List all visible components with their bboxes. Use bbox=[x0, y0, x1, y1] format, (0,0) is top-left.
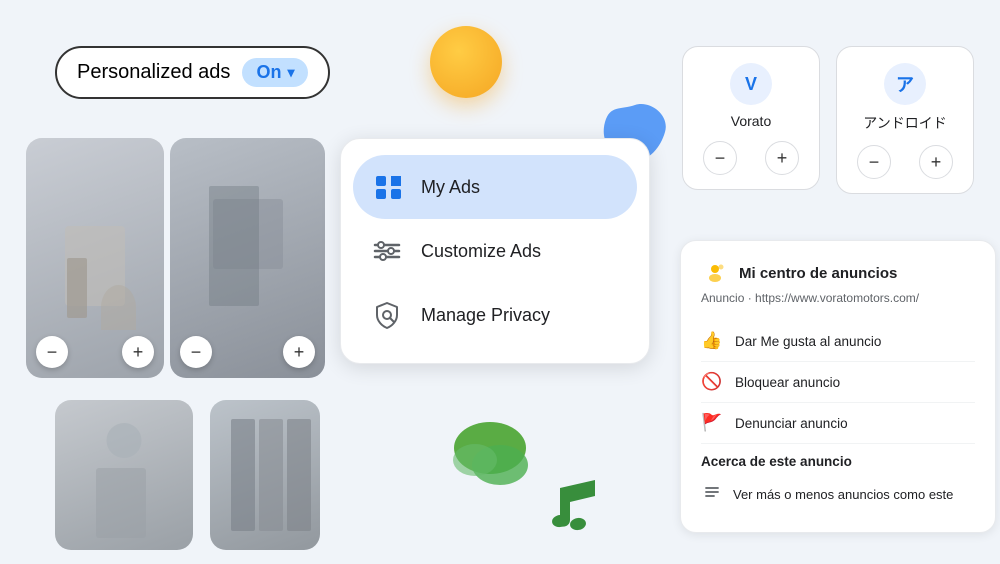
vorato-name: Vorato bbox=[703, 113, 799, 129]
customize-ads-label: Customize Ads bbox=[421, 241, 541, 262]
menu-item-my-ads[interactable]: My Ads bbox=[353, 155, 637, 219]
card1-plus-button[interactable]: + bbox=[122, 336, 154, 368]
on-status: On bbox=[256, 62, 281, 83]
card2-plus-button[interactable]: + bbox=[283, 336, 315, 368]
chevron-down-icon: ▾ bbox=[287, 64, 294, 81]
green-blob-decoration bbox=[445, 420, 535, 490]
on-badge[interactable]: On ▾ bbox=[242, 58, 308, 87]
android-name: アンドロイド bbox=[857, 113, 953, 133]
image-card-tools: − + bbox=[26, 138, 164, 378]
ad-center-title: Mi centro de anuncios bbox=[739, 265, 897, 282]
my-ads-label: My Ads bbox=[421, 177, 480, 198]
customize-ads-icon bbox=[369, 233, 405, 269]
menu-item-manage-privacy[interactable]: Manage Privacy bbox=[353, 283, 637, 347]
report-label: Denunciar anuncio bbox=[735, 416, 848, 431]
ad-center-url: Anuncio · https://www.voratomotors.com/ bbox=[701, 291, 975, 305]
vorato-controls: − + bbox=[703, 141, 799, 175]
like-icon: 👍 bbox=[701, 331, 723, 351]
like-label: Dar Me gusta al anuncio bbox=[735, 334, 881, 349]
manage-privacy-icon bbox=[369, 297, 405, 333]
card1-minus-button[interactable]: − bbox=[36, 336, 68, 368]
manage-privacy-label: Manage Privacy bbox=[421, 305, 550, 326]
block-icon: 🚫 bbox=[701, 372, 723, 392]
ad-center-panel: Mi centro de anuncios Anuncio · https://… bbox=[680, 240, 996, 533]
image-card-gift: − + bbox=[170, 138, 325, 378]
my-ads-icon bbox=[369, 169, 405, 205]
ad-action-report[interactable]: 🚩 Denunciar anuncio bbox=[701, 403, 975, 444]
image-card-person bbox=[55, 400, 193, 550]
toggle-label: Personalized ads bbox=[77, 61, 230, 84]
vorato-vocab-card: V Vorato − + bbox=[682, 46, 820, 190]
personalized-ads-toggle[interactable]: Personalized ads On ▾ bbox=[55, 46, 330, 99]
android-avatar: ア bbox=[884, 63, 926, 105]
image-card-clothes bbox=[210, 400, 320, 550]
ads-dropdown-menu: My Ads Customize Ads Manage Privacy bbox=[340, 138, 650, 364]
card2-minus-button[interactable]: − bbox=[180, 336, 212, 368]
ad-more-action[interactable]: Ver más o menos anuncios como este bbox=[701, 475, 975, 514]
green-note-decoration bbox=[540, 468, 610, 551]
more-action-label: Ver más o menos anuncios como este bbox=[733, 487, 953, 502]
ad-section-title: Acerca de este anuncio bbox=[701, 454, 975, 469]
menu-item-customize-ads[interactable]: Customize Ads bbox=[353, 219, 637, 283]
orange-ball-decoration bbox=[430, 26, 502, 98]
report-icon: 🚩 bbox=[701, 413, 723, 433]
block-label: Bloquear anuncio bbox=[735, 375, 840, 390]
ad-action-block[interactable]: 🚫 Bloquear anuncio bbox=[701, 362, 975, 403]
photo-clothes-bg bbox=[210, 400, 320, 550]
ad-action-like[interactable]: 👍 Dar Me gusta al anuncio bbox=[701, 321, 975, 362]
vorato-minus-button[interactable]: − bbox=[703, 141, 737, 175]
photo-person-bg bbox=[55, 400, 193, 550]
android-controls: − + bbox=[857, 145, 953, 179]
android-plus-button[interactable]: + bbox=[919, 145, 953, 179]
card1-controls: − + bbox=[36, 336, 154, 368]
vorato-avatar: V bbox=[730, 63, 772, 105]
android-minus-button[interactable]: − bbox=[857, 145, 891, 179]
vorato-plus-button[interactable]: + bbox=[765, 141, 799, 175]
sort-icon bbox=[701, 483, 723, 506]
ad-center-header: Mi centro de anuncios bbox=[701, 259, 975, 287]
ad-center-icon bbox=[701, 259, 729, 287]
card2-controls: − + bbox=[180, 336, 315, 368]
android-vocab-card: ア アンドロイド − + bbox=[836, 46, 974, 194]
